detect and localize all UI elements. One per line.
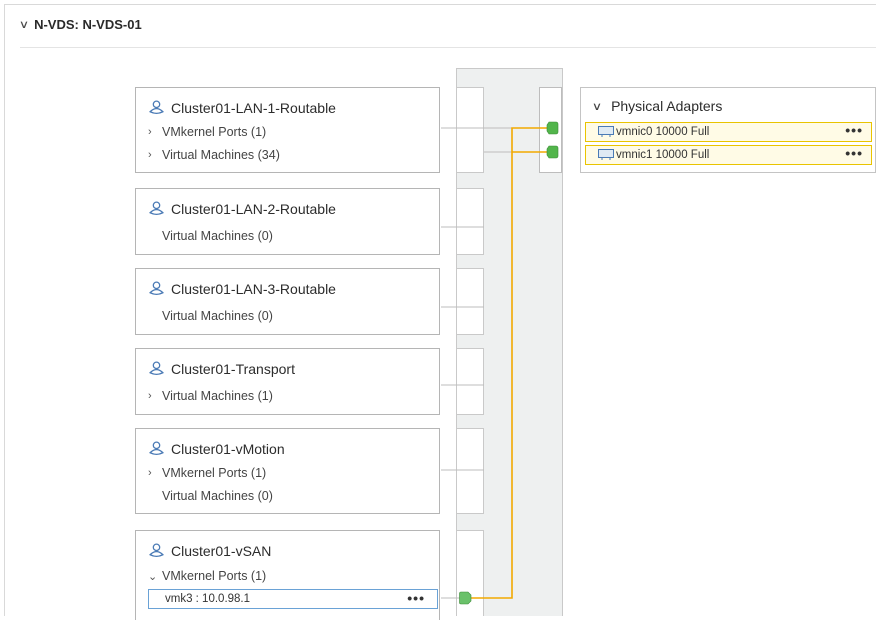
adapter-label: vmnic1 10000 Full bbox=[616, 149, 710, 161]
virtual-machines-row[interactable]: › Virtual Machines (34) bbox=[148, 148, 280, 162]
portgroup-icon bbox=[149, 543, 164, 557]
more-icon[interactable]: ••• bbox=[845, 122, 863, 138]
more-icon[interactable]: ••• bbox=[845, 145, 863, 161]
portgroup-icon bbox=[149, 361, 164, 375]
portgroup-name: Cluster01-LAN-3-Routable bbox=[171, 280, 336, 297]
virtual-machines-row: Virtual Machines (0) bbox=[162, 229, 273, 243]
physical-adapters-title: Physical Adapters bbox=[611, 98, 723, 114]
portgroup-title[interactable]: Cluster01-LAN-3-Routable bbox=[148, 280, 336, 297]
portgroup-name: Cluster01-LAN-1-Routable bbox=[171, 99, 336, 116]
vmk-label: vmk3 : 10.0.98.1 bbox=[165, 593, 251, 605]
chevron-right-icon[interactable]: › bbox=[148, 467, 157, 479]
portgroup-card[interactable]: Cluster01-LAN-3-Routable Virtual Machine… bbox=[135, 268, 440, 335]
portgroup-title[interactable]: Cluster01-Transport bbox=[148, 360, 295, 377]
row-label: Virtual Machines (0) bbox=[162, 229, 273, 243]
row-label: Virtual Machines (0) bbox=[162, 489, 273, 503]
row-label: Virtual Machines (34) bbox=[162, 148, 280, 162]
physical-adapter-row[interactable]: vmnic1 10000 Full ••• bbox=[585, 145, 872, 165]
portgroup-icon bbox=[149, 100, 164, 114]
chevron-down-icon[interactable]: ⌄ bbox=[148, 570, 157, 583]
portgroup-name: Cluster01-vMotion bbox=[171, 440, 285, 457]
virtual-machines-row: Virtual Machines (0) bbox=[162, 489, 273, 503]
portgroup-card[interactable]: Cluster01-vSAN ⌄ VMkernel Ports (1) vmk3 … bbox=[135, 530, 440, 620]
row-label: Virtual Machines (1) bbox=[162, 389, 273, 403]
portgroup-card[interactable]: Cluster01-Transport › Virtual Machines (1… bbox=[135, 348, 440, 415]
portgroup-title[interactable]: Cluster01-LAN-2-Routable bbox=[148, 200, 336, 217]
row-label: Virtual Machines (0) bbox=[162, 309, 273, 323]
physical-adapters-header[interactable]: ∨ Physical Adapters bbox=[592, 98, 723, 114]
portgroup-icon bbox=[149, 441, 164, 455]
more-icon[interactable]: ••• bbox=[407, 590, 425, 606]
portgroup-name: Cluster01-vSAN bbox=[171, 542, 272, 559]
chevron-right-icon[interactable]: › bbox=[148, 390, 157, 402]
chevron-right-icon[interactable]: › bbox=[148, 149, 157, 161]
portgroup-icon bbox=[149, 201, 164, 215]
portgroup-title[interactable]: Cluster01-vMotion bbox=[148, 440, 285, 457]
vmkernel-ports-row[interactable]: › VMkernel Ports (1) bbox=[148, 125, 266, 139]
vmk-port-icon[interactable] bbox=[459, 591, 472, 605]
portgroup-title[interactable]: Cluster01-vSAN bbox=[148, 542, 271, 559]
portgroup-card[interactable]: Cluster01-LAN-2-Routable Virtual Machine… bbox=[135, 188, 440, 255]
physical-adapter-row[interactable]: vmnic0 10000 Full ••• bbox=[585, 122, 872, 142]
uplink-port-icon[interactable] bbox=[546, 121, 559, 135]
chevron-down-icon[interactable]: ∨ bbox=[592, 100, 602, 113]
portgroup-icon bbox=[149, 281, 164, 295]
adapter-label: vmnic0 10000 Full bbox=[616, 126, 710, 138]
portgroup-name: Cluster01-LAN-2-Routable bbox=[171, 200, 336, 217]
row-label: VMkernel Ports (1) bbox=[162, 466, 267, 480]
portgroup-card[interactable]: Cluster01-vMotion › VMkernel Ports (1) Vi… bbox=[135, 428, 440, 514]
portgroup-name: Cluster01-Transport bbox=[171, 360, 295, 377]
chevron-right-icon[interactable]: › bbox=[148, 126, 157, 138]
portgroup-title[interactable]: Cluster01-LAN-1-Routable bbox=[148, 99, 336, 116]
vmkernel-adapter-row[interactable]: vmk3 : 10.0.98.1 ••• bbox=[148, 589, 438, 609]
active-link-path bbox=[470, 127, 548, 599]
network-card-icon bbox=[598, 126, 614, 137]
vmkernel-ports-row[interactable]: ⌄ VMkernel Ports (1) bbox=[148, 569, 266, 583]
row-label: VMkernel Ports (1) bbox=[162, 125, 267, 139]
vmkernel-ports-row[interactable]: › VMkernel Ports (1) bbox=[148, 466, 266, 480]
virtual-machines-row[interactable]: › Virtual Machines (1) bbox=[148, 389, 273, 403]
physical-adapters-panel: ∨ Physical Adapters vmnic0 10000 Full ••… bbox=[580, 87, 876, 173]
row-label: VMkernel Ports (1) bbox=[162, 569, 267, 583]
portgroup-card[interactable]: Cluster01-LAN-1-Routable › VMkernel Ports… bbox=[135, 87, 440, 173]
uplink-port-icon[interactable] bbox=[546, 145, 559, 159]
virtual-machines-row: Virtual Machines (0) bbox=[162, 309, 273, 323]
network-card-icon bbox=[598, 149, 614, 160]
